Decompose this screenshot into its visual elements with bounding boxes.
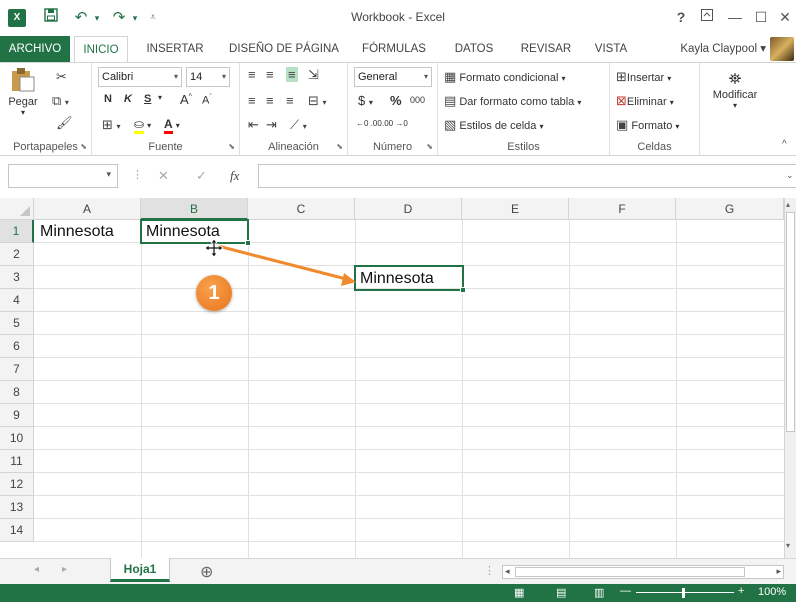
zoom-in-button[interactable]: + xyxy=(738,585,744,597)
zoom-out-button[interactable]: — xyxy=(620,585,631,597)
page-break-view-icon[interactable]: ▥ xyxy=(594,586,604,599)
vertical-scroll-thumb[interactable] xyxy=(786,212,795,432)
scroll-up-icon[interactable]: ▴ xyxy=(786,200,790,209)
zoom-level[interactable]: 100% xyxy=(758,586,786,598)
prev-sheet-icon[interactable]: ◂ xyxy=(34,564,39,575)
horizontal-scrollbar[interactable]: ◂ ▸ xyxy=(502,565,784,579)
page-layout-view-icon[interactable]: ▤ xyxy=(556,586,566,599)
add-sheet-button[interactable]: ⊕ xyxy=(200,562,213,582)
horizontal-scroll-thumb[interactable] xyxy=(515,567,745,577)
vertical-scrollbar[interactable]: ▴ ▾ xyxy=(784,198,796,558)
sheet-tab-hoja1[interactable]: Hoja1 xyxy=(110,558,170,582)
tab-split-grip-icon[interactable]: ⋮ xyxy=(484,564,495,577)
scroll-down-icon[interactable]: ▾ xyxy=(786,541,790,550)
normal-view-icon[interactable]: ▦ xyxy=(514,586,524,599)
status-bar: ▦ ▤ ▥ — + 100% xyxy=(0,584,796,602)
move-cursor-icon xyxy=(204,238,224,258)
scroll-left-icon[interactable]: ◂ xyxy=(505,566,510,577)
zoom-slider-thumb[interactable] xyxy=(682,588,685,598)
zoom-slider[interactable] xyxy=(636,592,734,593)
next-sheet-icon[interactable]: ▸ xyxy=(62,564,67,575)
step-callout: 1 xyxy=(196,275,232,311)
drag-arrow xyxy=(217,244,356,286)
scroll-right-icon[interactable]: ▸ xyxy=(776,566,781,577)
sheet-tab-bar: ◂ ▸ Hoja1 ⊕ ⋮ ◂ ▸ xyxy=(0,558,796,584)
